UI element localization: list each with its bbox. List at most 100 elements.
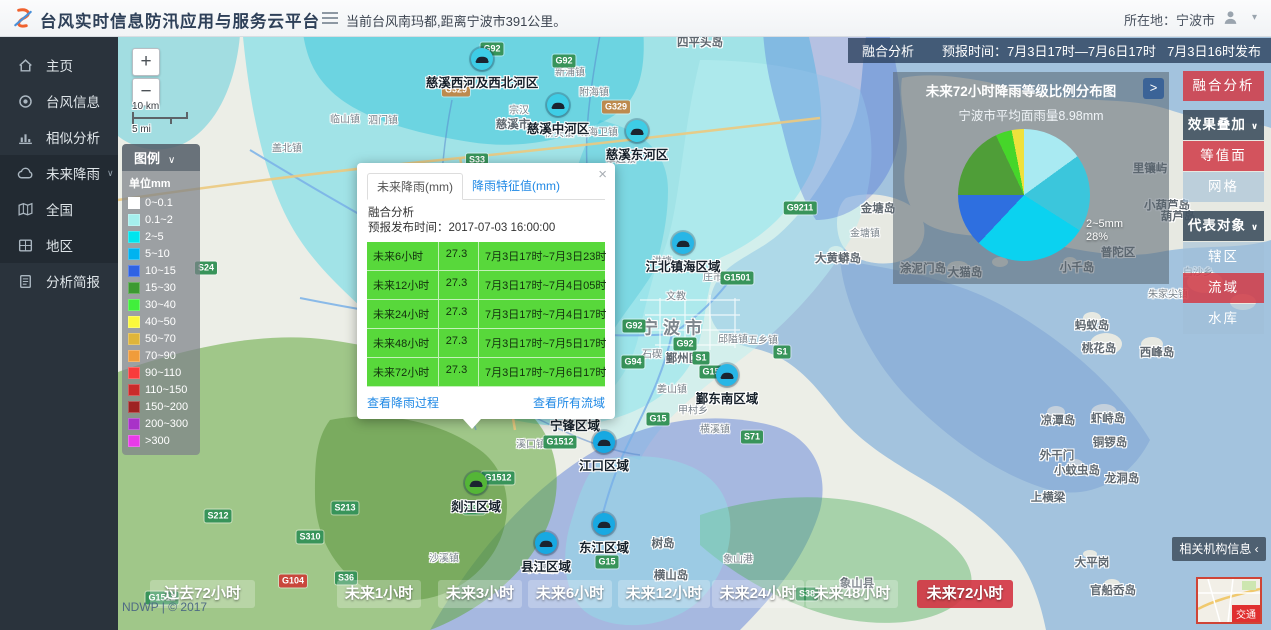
district-button[interactable]: 辖区 — [1183, 242, 1264, 272]
tab-rain-feature[interactable]: 降雨特征值(mm) — [463, 173, 569, 199]
time-range-button[interactable]: 未来6小时 — [528, 580, 612, 608]
popup-tabs: 未来降雨(mm) 降雨特征值(mm) — [367, 173, 605, 200]
road-badge: G92 — [552, 55, 575, 68]
basin-button[interactable]: 流域 — [1183, 273, 1264, 303]
view-all-basins-link[interactable]: 查看所有流域 — [533, 394, 605, 411]
sidebar-item-home[interactable]: 主页 — [0, 47, 118, 83]
region-marker-label[interactable]: 剡江区域 — [451, 496, 501, 515]
legend-item: 0.1~2 — [128, 211, 194, 228]
hamburger-menu-icon[interactable] — [322, 12, 338, 25]
expand-panel-button[interactable]: > — [1143, 78, 1164, 99]
popup-pointer — [463, 419, 481, 429]
region-marker[interactable] — [716, 364, 738, 386]
map-place-label: 象山港 — [723, 551, 753, 566]
time-range-button[interactable]: 未来24小时 — [712, 580, 804, 608]
location-label: 所在地：宁波市 — [1124, 10, 1215, 29]
legend-range-label: 110~150 — [145, 384, 187, 396]
legend-item: 40~50 — [128, 313, 194, 330]
legend-item: >300 — [128, 432, 194, 449]
region-marker-label[interactable]: 鄞东南区域 — [696, 388, 759, 407]
map-place-label: 宁波市 — [641, 314, 707, 339]
legend-item: 15~30 — [128, 279, 194, 296]
map-place-label: 朱家尖镇 — [1148, 286, 1188, 301]
legend-range-label: 0.1~2 — [145, 214, 173, 226]
region-marker[interactable] — [535, 532, 557, 554]
sidebar-item-label: 未来降雨 — [46, 163, 100, 183]
zoom-in-button[interactable]: + — [132, 48, 160, 76]
region-marker[interactable] — [547, 94, 569, 116]
legend-range-label: 30~40 — [145, 299, 176, 311]
sidebar-item-analysis-report[interactable]: 分析简报 — [0, 263, 118, 299]
chevron-down-icon[interactable]: ▾ — [1252, 12, 1257, 23]
map-place-label: 树岛 — [652, 535, 675, 551]
region-marker-label[interactable]: 慈溪西河及西北河区 — [426, 72, 539, 91]
reservoir-button[interactable]: 水库 — [1183, 304, 1264, 334]
road-badge: G15 — [595, 556, 618, 569]
time-range-button[interactable]: 未来72小时 — [917, 580, 1013, 608]
overlay-effect-header[interactable]: 效果叠加∨ — [1183, 110, 1264, 140]
map-place-label: 姜山镇 — [657, 381, 687, 396]
period-cell: 未来24小时 — [367, 300, 439, 328]
pie-title: 未来72小时降雨等级比例分布图 — [893, 80, 1169, 100]
road-badge: G1501 — [720, 272, 753, 285]
legend-header[interactable]: 图例∨ — [122, 144, 200, 171]
time-range-button[interactable]: 未来3小时 — [438, 580, 522, 608]
region-marker[interactable] — [471, 48, 493, 70]
region-marker[interactable] — [672, 232, 694, 254]
typhoon-status-text: 当前台风南玛都,距离宁波市391公里。 — [346, 11, 566, 30]
range-cell: 7月3日17时~7月4日17时 — [479, 300, 610, 328]
minimap-inset[interactable]: 交通 — [1196, 577, 1262, 624]
legend-range-label: 40~50 — [145, 316, 176, 328]
map-place-label: 盖北镇 — [272, 140, 302, 155]
time-range-button[interactable]: 未来48小时 — [806, 580, 898, 608]
map-place-label: 慈溪市 — [496, 116, 531, 132]
legend-color-swatch — [128, 435, 140, 447]
time-range-button[interactable]: 未来1小时 — [337, 580, 421, 608]
map-place-label: 蚂蚁岛 — [1075, 317, 1110, 333]
tab-future-rain[interactable]: 未来降雨(mm) — [367, 173, 463, 200]
region-marker-label[interactable]: 慈溪中河区 — [527, 118, 590, 137]
pie-callout-label: 2~5mm — [1086, 218, 1123, 231]
sidebar-item-national[interactable]: 全国 — [0, 191, 118, 227]
region-marker-label[interactable]: 县江区域 — [521, 556, 571, 575]
sidebar-item-label: 相似分析 — [46, 127, 100, 147]
road-badge: G92 — [622, 320, 645, 333]
map-place-label: 附海镇 — [579, 84, 609, 99]
region-marker[interactable] — [593, 431, 615, 453]
road-badge: S1 — [692, 352, 709, 365]
period-cell: 未来72小时 — [367, 358, 439, 386]
grid-button[interactable]: 网格 — [1183, 172, 1264, 202]
legend-range-label: 10~15 — [145, 265, 176, 277]
user-icon[interactable] — [1222, 9, 1239, 26]
region-marker-label[interactable]: 慈溪东河区 — [606, 144, 669, 163]
region-icon — [17, 237, 35, 254]
sidebar-item-future-rain[interactable]: 未来降雨∨ — [0, 155, 118, 191]
topbar-published-label: 7月3日16时发布 — [1167, 41, 1261, 60]
region-marker-label[interactable]: 江口区域 — [579, 455, 629, 474]
related-agency-button[interactable]: 相关机构信息 ‹ — [1172, 537, 1266, 561]
car-icon — [547, 94, 569, 116]
sidebar-item-typhoon-info[interactable]: 台风信息 — [0, 83, 118, 119]
map-place-label: 金塘岛 — [861, 200, 896, 216]
legend-item: 50~70 — [128, 330, 194, 347]
region-marker[interactable] — [593, 513, 615, 535]
legend-color-swatch — [128, 333, 140, 345]
sidebar-item-region[interactable]: 地区 — [0, 227, 118, 263]
region-marker[interactable] — [465, 472, 487, 494]
fusion-analysis-button[interactable]: 融合分析 — [1183, 71, 1264, 101]
car-icon — [593, 513, 615, 535]
period-cell: 未来6小时 — [367, 242, 439, 270]
view-rain-process-link[interactable]: 查看降雨过程 — [367, 394, 439, 411]
region-marker-label[interactable]: 东江区域 — [579, 537, 629, 556]
time-range-button[interactable]: 未来12小时 — [618, 580, 710, 608]
road-badge: S213 — [331, 502, 358, 515]
represent-object-header[interactable]: 代表对象∨ — [1183, 211, 1264, 241]
range-cell: 7月3日17时~7月5日17时 — [479, 329, 610, 357]
sidebar-item-similar-analysis[interactable]: 相似分析 — [0, 119, 118, 155]
region-marker[interactable] — [626, 120, 648, 142]
legend-color-swatch — [128, 401, 140, 413]
region-marker-label[interactable]: 江北镇海区域 — [645, 256, 720, 275]
isosurface-button[interactable]: 等值面 — [1183, 141, 1264, 171]
road-badge: G329 — [602, 101, 630, 114]
close-icon[interactable]: × — [598, 166, 607, 183]
